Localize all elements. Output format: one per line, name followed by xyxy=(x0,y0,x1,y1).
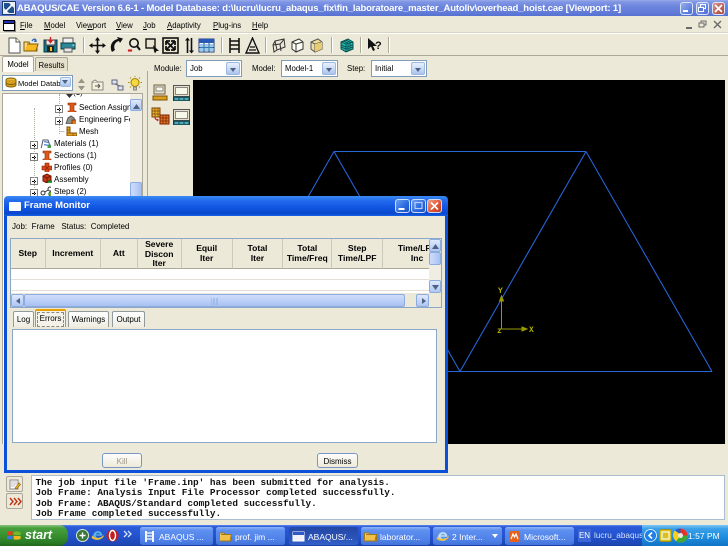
svg-text:Y: Y xyxy=(498,287,503,296)
svg-text:?: ? xyxy=(375,40,382,52)
svg-text:z: z xyxy=(497,327,502,336)
svg-text:X: X xyxy=(529,326,534,335)
